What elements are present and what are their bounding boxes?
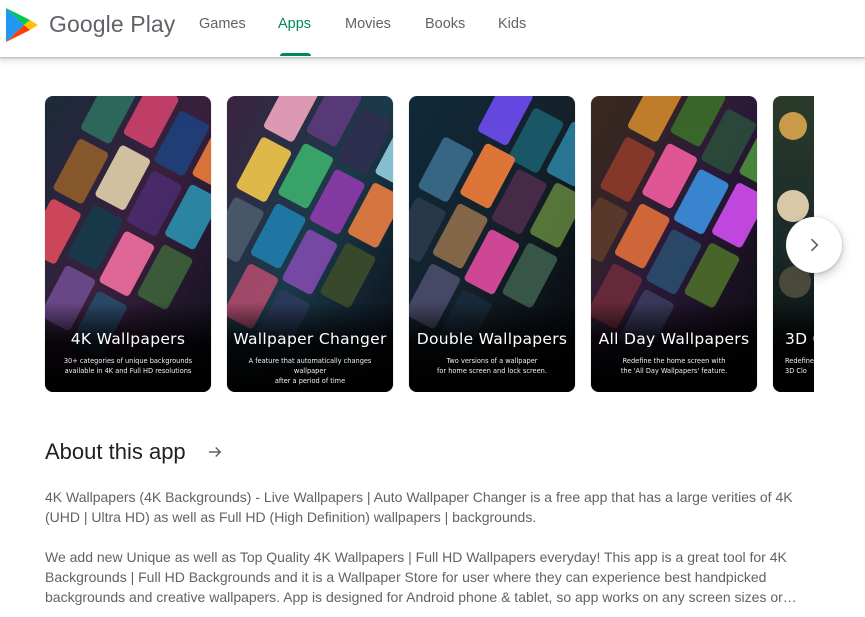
screenshot-card[interactable]: 4K Wallpapers 30+ categories of unique b… xyxy=(45,96,211,392)
arrow-right-icon[interactable] xyxy=(206,443,224,461)
carousel-next-button[interactable] xyxy=(786,217,842,273)
about-this-app-header[interactable]: About this app xyxy=(45,436,224,468)
chevron-right-icon xyxy=(810,238,819,252)
screenshot-card[interactable]: Double Wallpapers Two versions of a wall… xyxy=(409,96,575,392)
screenshot-subtitle: 30+ categories of unique backgrounds ava… xyxy=(63,357,193,375)
app-description-paragraph: We add new Unique as well as Top Quality… xyxy=(45,549,797,605)
app-description-paragraph: 4K Wallpapers (4K Backgrounds) - Live Wa… xyxy=(45,489,793,525)
screenshot-subtitle: Two versions of a wallpaper for home scr… xyxy=(437,357,547,375)
nav-books[interactable]: Books xyxy=(425,15,465,33)
nav-games[interactable]: Games xyxy=(199,15,246,33)
screenshot-subtitle: Redefine the home screen with the 'All D… xyxy=(620,357,728,375)
screenshot-title: 3D C xyxy=(785,330,814,348)
screenshot-title: Wallpaper Changer xyxy=(233,330,387,348)
nav-kids[interactable]: Kids xyxy=(498,15,526,33)
top-app-bar: Google Play Games Apps Movies Books Kids xyxy=(0,0,865,57)
screenshot-title: Double Wallpapers xyxy=(416,330,568,348)
brand-name[interactable]: Google Play xyxy=(49,10,175,38)
screenshot-carousel[interactable]: 4K Wallpapers 30+ categories of unique b… xyxy=(0,96,814,392)
section-title: About this app xyxy=(45,439,186,464)
screenshot-card[interactable]: Wallpaper Changer A feature that automat… xyxy=(227,96,393,392)
screenshot-card[interactable]: All Day Wallpapers Redefine the home scr… xyxy=(591,96,757,392)
nav-movies[interactable]: Movies xyxy=(345,15,391,33)
nav-apps[interactable]: Apps xyxy=(278,15,311,33)
screenshot-title: All Day Wallpapers xyxy=(598,330,750,348)
screenshot-subtitle: Redefine t 3D Clo xyxy=(785,357,814,375)
active-tab-indicator xyxy=(280,53,311,56)
google-play-logo-icon[interactable] xyxy=(4,6,40,44)
screenshot-title: 4K Wallpapers xyxy=(70,330,186,348)
screenshot-subtitle: A feature that automatically changes wal… xyxy=(248,357,372,385)
